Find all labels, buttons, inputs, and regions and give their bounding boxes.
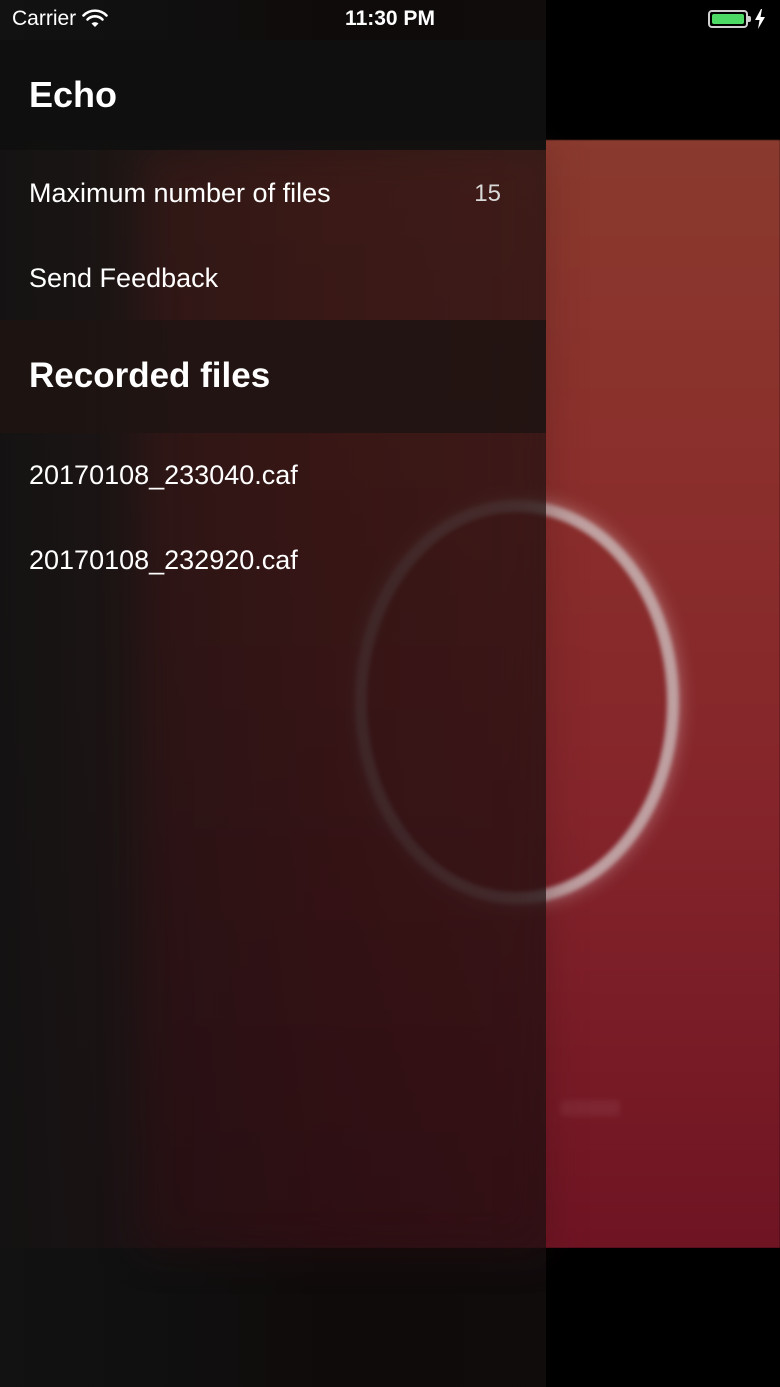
app-title: Echo xyxy=(29,74,118,115)
battery-indicator xyxy=(708,9,766,29)
file-name: 20170108_232920.caf xyxy=(29,545,298,575)
battery-fill xyxy=(712,14,744,24)
max-files-value: 15 xyxy=(474,180,501,207)
list-item[interactable]: 20170108_232920.caf xyxy=(0,518,546,603)
side-drawer: Echo Maximum number of files 15 Send Fee… xyxy=(0,0,546,1387)
recorded-files-list: 20170108_233040.caf 20170108_232920.caf xyxy=(0,433,546,603)
settings-section: Maximum number of files 15 Send Feedback xyxy=(0,150,546,320)
battery-icon xyxy=(708,10,751,28)
status-bar: Carrier 11:30 PM xyxy=(0,0,780,40)
app-screen: Carrier 11:30 PM Echo Maximum number of xyxy=(0,0,780,1387)
drawer-header: Echo xyxy=(0,40,546,150)
send-feedback-label: Send Feedback xyxy=(29,263,219,293)
send-feedback-row[interactable]: Send Feedback xyxy=(0,235,546,320)
list-item[interactable]: 20170108_233040.caf xyxy=(0,433,546,518)
recorded-files-title: Recorded files xyxy=(29,356,271,395)
status-time: 11:30 PM xyxy=(345,7,435,30)
battery-tip xyxy=(748,16,751,22)
bolt-icon xyxy=(755,9,765,29)
max-files-label: Maximum number of files xyxy=(29,178,331,208)
blurred-hint xyxy=(560,1100,620,1116)
file-name: 20170108_233040.caf xyxy=(29,460,298,490)
max-files-row[interactable]: Maximum number of files 15 xyxy=(0,150,546,235)
recorded-files-header: Recorded files xyxy=(0,320,546,433)
